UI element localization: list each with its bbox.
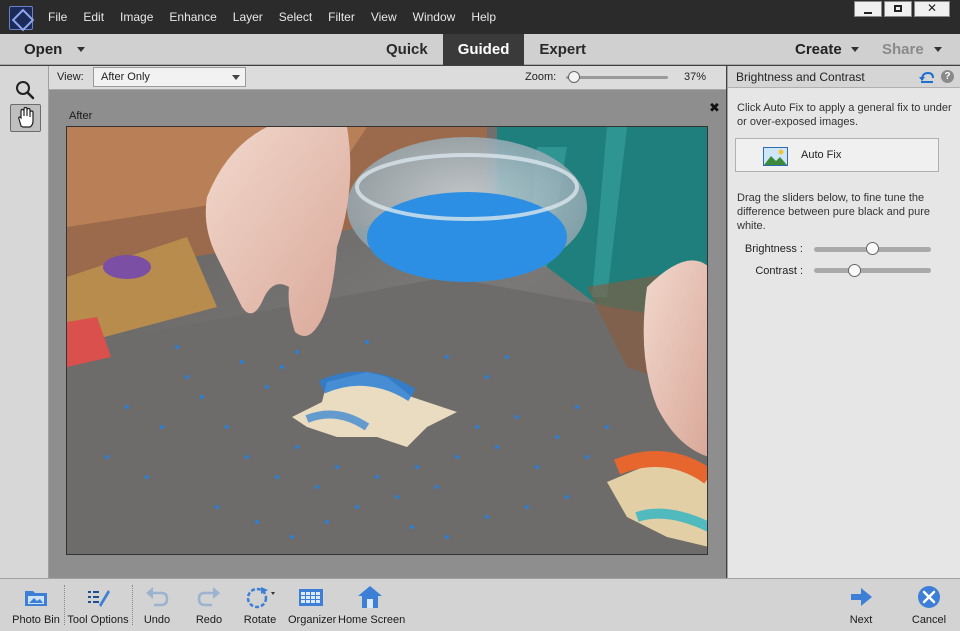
contrast-label: Contrast : bbox=[755, 265, 803, 277]
home-screen-button[interactable]: Home Screen bbox=[338, 579, 406, 631]
brightness-label: Brightness : bbox=[744, 243, 803, 255]
mode-bar: Open Quick Guided Expert Create Share bbox=[0, 34, 960, 65]
bottom-divider bbox=[64, 585, 65, 625]
organizer-label: Organizer bbox=[288, 614, 337, 626]
close-icon: ✕ bbox=[926, 1, 938, 15]
maximize-button[interactable] bbox=[884, 1, 912, 17]
hand-tool-button[interactable] bbox=[10, 104, 41, 132]
tool-options-button[interactable]: Tool Options bbox=[66, 579, 130, 631]
undo-icon bbox=[146, 587, 169, 607]
photo-canvas[interactable] bbox=[66, 126, 708, 555]
rotate-button[interactable]: Rotate bbox=[240, 579, 280, 631]
window-controls: ✕ bbox=[852, 1, 950, 17]
zoom-value: 37% bbox=[684, 71, 707, 83]
app-logo-icon bbox=[9, 6, 33, 30]
cancel-label: Cancel bbox=[911, 614, 947, 626]
canvas-area: After ✖ bbox=[49, 90, 726, 578]
mode-tabs: Quick Guided Expert bbox=[371, 34, 601, 65]
panel-title: Brightness and Contrast bbox=[736, 70, 865, 84]
photo-bin-label: Photo Bin bbox=[12, 614, 60, 626]
menu-select[interactable]: Select bbox=[271, 0, 320, 34]
after-view-label: After bbox=[69, 110, 93, 122]
view-select-value: After Only bbox=[101, 71, 150, 83]
next-label: Next bbox=[849, 614, 873, 626]
redo-label: Redo bbox=[195, 614, 223, 626]
cancel-icon bbox=[918, 586, 940, 608]
bottom-divider bbox=[132, 585, 133, 625]
undo-arrow-icon bbox=[919, 71, 934, 83]
tool-options-label: Tool Options bbox=[67, 614, 129, 626]
menu-edit[interactable]: Edit bbox=[75, 0, 112, 34]
rotate-icon bbox=[246, 587, 275, 609]
arrow-right-icon bbox=[851, 588, 872, 606]
tool-column bbox=[0, 66, 49, 578]
menu-layer[interactable]: Layer bbox=[225, 0, 271, 34]
zoom-slider-track[interactable] bbox=[566, 76, 668, 79]
next-button[interactable]: Next bbox=[842, 579, 880, 631]
minimize-button[interactable] bbox=[854, 1, 882, 17]
slider-description: Drag the sliders below, to fine tune the… bbox=[737, 192, 931, 232]
menu-view[interactable]: View bbox=[363, 0, 405, 34]
help-icon[interactable]: ? bbox=[941, 70, 954, 83]
panel-header: Brightness and Contrast ? bbox=[728, 66, 960, 88]
cancel-button[interactable]: Cancel bbox=[908, 579, 950, 631]
tab-guided[interactable]: Guided bbox=[442, 34, 525, 65]
auto-fix-button[interactable]: Auto Fix bbox=[735, 138, 939, 172]
share-button[interactable]: Share bbox=[882, 34, 924, 65]
bottom-bar: Photo Bin Tool Options Undo Redo Rotate … bbox=[0, 578, 960, 631]
auto-fix-photo-icon bbox=[763, 147, 788, 166]
zoom-slider-knob[interactable] bbox=[568, 71, 581, 83]
menu-enhance[interactable]: Enhance bbox=[161, 0, 224, 34]
photo-bin-button[interactable]: Photo Bin bbox=[8, 579, 64, 631]
organizer-button[interactable]: Organizer bbox=[288, 579, 337, 631]
create-dropdown-caret-icon[interactable] bbox=[851, 47, 859, 52]
tool-options-icon bbox=[88, 590, 110, 607]
undo-button[interactable]: Undo bbox=[140, 579, 174, 631]
zoom-tool-button[interactable] bbox=[10, 76, 41, 104]
minimize-icon bbox=[864, 12, 872, 14]
home-screen-label: Home Screen bbox=[338, 614, 406, 626]
reset-icon[interactable] bbox=[919, 69, 935, 85]
redo-icon bbox=[197, 587, 220, 607]
guided-panel: Brightness and Contrast ? Click Auto Fix… bbox=[727, 66, 960, 578]
brightness-slider-knob[interactable] bbox=[866, 242, 879, 255]
redo-button[interactable]: Redo bbox=[192, 579, 226, 631]
rotate-label: Rotate bbox=[243, 614, 277, 626]
view-select[interactable]: After Only bbox=[93, 67, 246, 87]
menu-window[interactable]: Window bbox=[405, 0, 464, 34]
chevron-down-icon bbox=[232, 75, 240, 80]
tab-quick[interactable]: Quick bbox=[371, 34, 443, 65]
magnifier-icon bbox=[16, 81, 35, 100]
hand-icon bbox=[18, 106, 34, 128]
zoom-label: Zoom: bbox=[525, 71, 557, 83]
share-dropdown-caret-icon[interactable] bbox=[934, 47, 942, 52]
view-label: View: bbox=[57, 71, 84, 83]
menu-file[interactable]: File bbox=[40, 0, 75, 34]
open-dropdown-caret-icon[interactable] bbox=[77, 47, 85, 52]
view-options-bar: View: After Only Zoom: 37% bbox=[49, 66, 726, 90]
contrast-slider-track[interactable] bbox=[814, 268, 931, 273]
menu-image[interactable]: Image bbox=[112, 0, 161, 34]
close-window-button[interactable]: ✕ bbox=[914, 1, 950, 17]
menu-help[interactable]: Help bbox=[463, 0, 504, 34]
cookie-decorating-photo bbox=[67, 127, 707, 554]
undo-label: Undo bbox=[143, 614, 171, 626]
menu-filter[interactable]: Filter bbox=[320, 0, 363, 34]
title-bar: File Edit Image Enhance Layer Select Fil… bbox=[0, 0, 960, 34]
autofix-description: Click Auto Fix to apply a general fix to… bbox=[737, 102, 952, 128]
home-icon bbox=[358, 586, 382, 608]
organizer-icon bbox=[299, 589, 323, 606]
contrast-slider-knob[interactable] bbox=[848, 264, 862, 277]
create-button[interactable]: Create bbox=[795, 34, 842, 65]
maximize-icon bbox=[894, 5, 902, 12]
auto-fix-label: Auto Fix bbox=[801, 149, 842, 161]
menu-bar: File Edit Image Enhance Layer Select Fil… bbox=[40, 0, 504, 34]
open-button[interactable]: Open bbox=[24, 34, 62, 65]
photo-bin-icon bbox=[25, 591, 47, 606]
close-view-icon[interactable]: ✖ bbox=[709, 100, 720, 116]
tab-expert[interactable]: Expert bbox=[524, 34, 601, 65]
